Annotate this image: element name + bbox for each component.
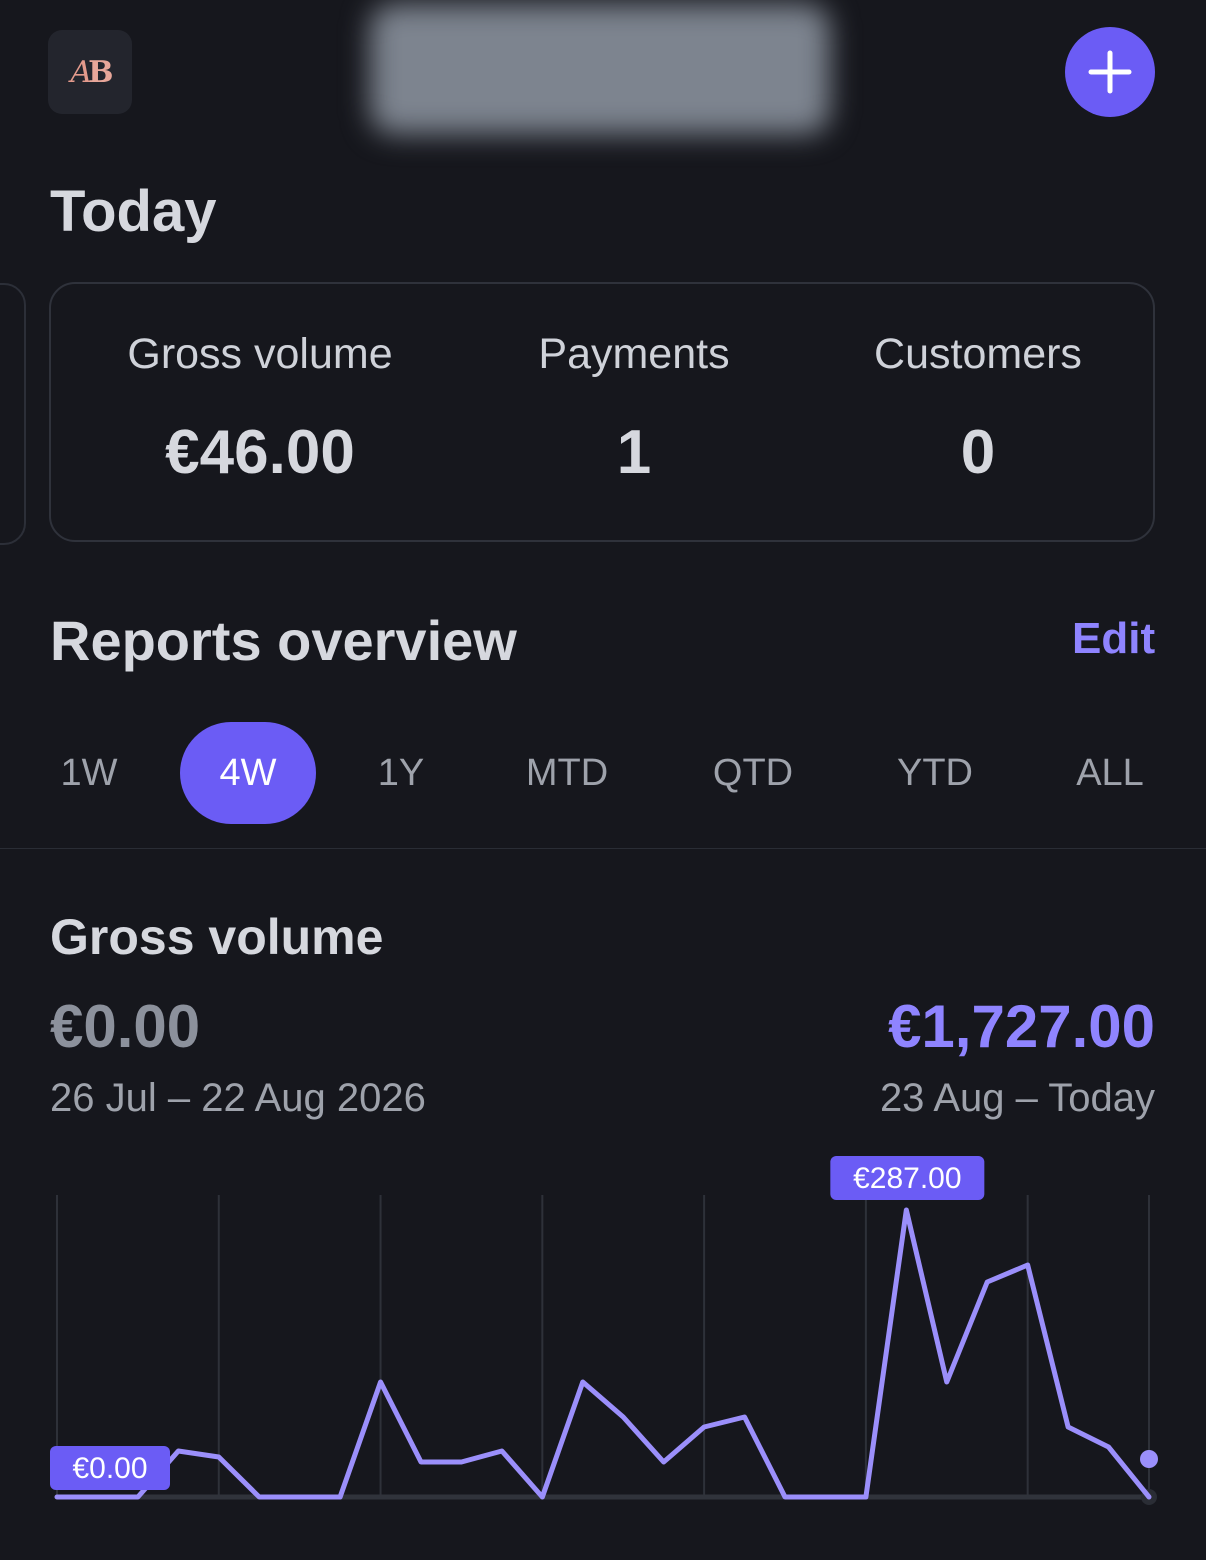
stat-gross-volume: Gross volume €46.00 xyxy=(105,330,415,488)
tab-mtd[interactable]: MTD xyxy=(500,722,634,824)
tab-1y[interactable]: 1Y xyxy=(345,722,457,824)
tab-1w[interactable]: 1W xyxy=(30,722,148,824)
gross-volume-title: Gross volume xyxy=(50,909,384,965)
previous-card-edge[interactable] xyxy=(0,283,26,545)
previous-period-range: 26 Jul – 22 Aug 2026 xyxy=(50,1076,426,1120)
stat-payments: Payments 1 xyxy=(489,330,779,488)
stat-customers: Customers 0 xyxy=(835,330,1121,488)
period-tabs: 1W 4W 1Y MTD QTD YTD ALL xyxy=(0,722,1206,824)
reports-overview-title: Reports overview xyxy=(50,609,517,672)
stat-value: 0 xyxy=(960,418,996,487)
tab-4w[interactable]: 4W xyxy=(180,722,316,824)
section-divider xyxy=(0,848,1206,849)
today-stats-card[interactable]: Gross volume €46.00 Payments 1 Customers… xyxy=(49,282,1155,542)
stat-label: Payments xyxy=(538,330,730,378)
current-period-value: €1,727.00 xyxy=(888,993,1155,1060)
today-title: Today xyxy=(50,179,217,244)
add-button[interactable] xyxy=(1065,27,1155,117)
previous-period-value: €0.00 xyxy=(50,993,201,1060)
gross-volume-chart[interactable]: €287.00 €0.00 xyxy=(0,1150,1206,1560)
stat-label: Gross volume xyxy=(127,330,393,378)
tab-ytd[interactable]: YTD xyxy=(868,722,1002,824)
blurred-account-name xyxy=(370,4,830,134)
chart-series-line xyxy=(54,1207,1152,1500)
edit-button[interactable]: Edit xyxy=(1072,614,1155,664)
stat-value: 1 xyxy=(616,418,652,487)
stat-label: Customers xyxy=(874,330,1082,378)
account-logo[interactable]: AB xyxy=(48,30,132,114)
current-period-range: 23 Aug – Today xyxy=(879,1076,1155,1120)
chart-min-label: €0.00 xyxy=(72,1452,147,1485)
tab-all[interactable]: ALL xyxy=(1050,722,1170,824)
logo-monogram: AB xyxy=(70,54,113,90)
chart-max-label: €287.00 xyxy=(853,1162,961,1195)
stat-value: €46.00 xyxy=(165,418,355,487)
tab-qtd[interactable]: QTD xyxy=(686,722,820,824)
chart-current-point xyxy=(1140,1450,1158,1468)
plus-icon xyxy=(1088,50,1132,94)
